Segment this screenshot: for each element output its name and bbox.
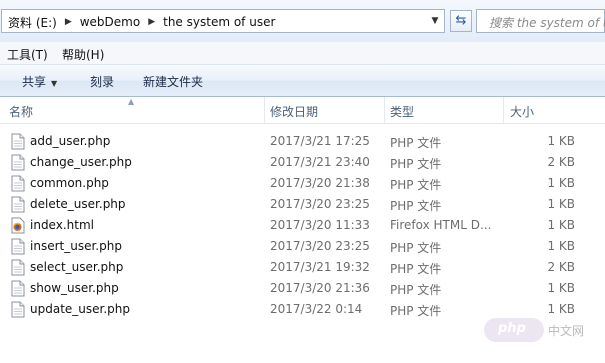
breadcrumb: 资料 (E:) ▶ webDemo ▶ the system of user [8,14,275,30]
file-name: update_user.php [30,302,131,316]
burn-button[interactable]: 刻录 [90,73,114,90]
menu-bar: 工具(T) 帮助(H) [0,42,605,65]
file-row[interactable]: insert_user.php 2017/3/20 23:25 PHP 文件 1 KB [0,236,605,257]
file-size: 1 KB [547,176,575,190]
file-row[interactable]: index.html 2017/3/20 11:33 Firefox HTML D.… [0,215,605,236]
file-name: insert_user.php [30,239,122,253]
file-row[interactable]: delete_user.php 2017/3/20 23:25 PHP 文件 1 KB [0,194,605,215]
chevron-right-icon[interactable]: ▶ [65,17,72,27]
file-size: 2 KB [547,260,575,274]
file-date: 2017/3/21 19:32 [270,260,370,274]
file-name: common.php [30,176,109,190]
php-file-icon [11,238,25,255]
command-bar: 共享 ▼ 刻录 新建文件夹 [0,65,605,97]
file-date: 2017/3/20 21:38 [270,176,370,190]
file-type: PHP 文件 [390,262,442,276]
php-file-icon [11,301,25,318]
menu-tools[interactable]: 工具(T) [7,46,48,63]
file-name: index.html [30,218,94,232]
watermark-brand: php [498,321,526,336]
watermark-site: 中文网 [548,324,585,338]
search-input[interactable]: 搜索 the system of user [476,9,605,33]
caret-down-icon: ▼ [51,79,58,88]
file-name: show_user.php [30,281,119,295]
column-header-name[interactable]: 名称 [9,103,33,120]
breadcrumb-webdemo[interactable]: webDemo [80,15,140,29]
file-row[interactable]: update_user.php 2017/3/22 0:14 PHP 文件 1 KB [0,299,605,320]
new-folder-button[interactable]: 新建文件夹 [143,73,203,90]
column-header-date[interactable]: 修改日期 [270,103,318,120]
menu-help[interactable]: 帮助(H) [62,46,104,63]
file-name: delete_user.php [30,197,126,211]
file-size: 2 KB [547,155,575,169]
file-row[interactable]: add_user.php 2017/3/21 17:25 PHP 文件 1 KB [0,131,605,152]
search-placeholder: 搜索 the system of user [489,16,605,30]
file-row[interactable]: show_user.php 2017/3/20 21:36 PHP 文件 1 KB [0,278,605,299]
column-header-type[interactable]: 类型 [390,103,414,120]
watermark: php 中文网 [484,318,602,342]
file-type: PHP 文件 [390,136,442,150]
firefox-html-icon [11,217,25,234]
file-type: PHP 文件 [390,241,442,255]
php-file-icon [11,154,25,171]
file-type: PHP 文件 [390,283,442,297]
address-toolbar: 资料 (E:) ▶ webDemo ▶ the system of user ▼… [0,0,605,43]
refresh-icon: ⇆ [455,13,467,28]
file-type: PHP 文件 [390,199,442,213]
column-divider[interactable] [503,97,504,123]
column-header-size[interactable]: 大小 [510,103,534,120]
php-logo: php [484,318,544,342]
file-date: 2017/3/20 11:33 [270,218,370,232]
php-file-icon [11,133,25,150]
php-file-icon [11,175,25,192]
file-name: select_user.php [30,260,124,274]
file-size: 1 KB [547,134,575,148]
file-date: 2017/3/20 21:36 [270,281,370,295]
php-file-icon [11,280,25,297]
file-type: PHP 文件 [390,157,442,171]
sort-ascending-icon: ▲ [128,97,135,106]
file-size: 1 KB [547,302,575,316]
file-size: 1 KB [547,218,575,232]
file-date: 2017/3/21 17:25 [270,134,370,148]
column-divider[interactable] [384,97,385,123]
file-type: PHP 文件 [390,304,442,318]
php-file-icon [11,259,25,276]
file-date: 2017/3/20 23:25 [270,239,370,253]
refresh-button[interactable]: ⇆ [450,10,472,32]
file-row[interactable]: select_user.php 2017/3/21 19:32 PHP 文件 2 KB [0,257,605,278]
file-date: 2017/3/20 23:25 [270,197,370,211]
file-size: 1 KB [547,197,575,211]
address-bar[interactable]: 资料 (E:) ▶ webDemo ▶ the system of user ▼ [1,9,445,33]
file-size: 1 KB [547,281,575,295]
file-row[interactable]: common.php 2017/3/20 21:38 PHP 文件 1 KB [0,173,605,194]
file-date: 2017/3/22 0:14 [270,302,363,316]
file-name: change_user.php [30,155,132,169]
file-size: 1 KB [547,239,575,253]
file-row[interactable]: change_user.php 2017/3/21 23:40 PHP 文件 2 KB [0,152,605,173]
file-type: Firefox HTML D... [390,218,492,232]
chevron-right-icon[interactable]: ▶ [148,17,155,27]
share-label: 共享 [22,75,47,89]
share-button[interactable]: 共享 ▼ [22,73,57,90]
column-header-row: ▲ 名称 修改日期 类型 大小 [0,97,605,124]
address-history-dropdown-icon[interactable]: ▼ [428,13,442,29]
file-name: add_user.php [30,134,111,148]
column-divider[interactable] [264,97,265,123]
breadcrumb-current-folder[interactable]: the system of user [163,15,275,29]
breadcrumb-drive[interactable]: 资料 (E:) [8,14,57,31]
file-type: PHP 文件 [390,178,442,192]
file-date: 2017/3/21 23:40 [270,155,370,169]
php-file-icon [11,196,25,213]
